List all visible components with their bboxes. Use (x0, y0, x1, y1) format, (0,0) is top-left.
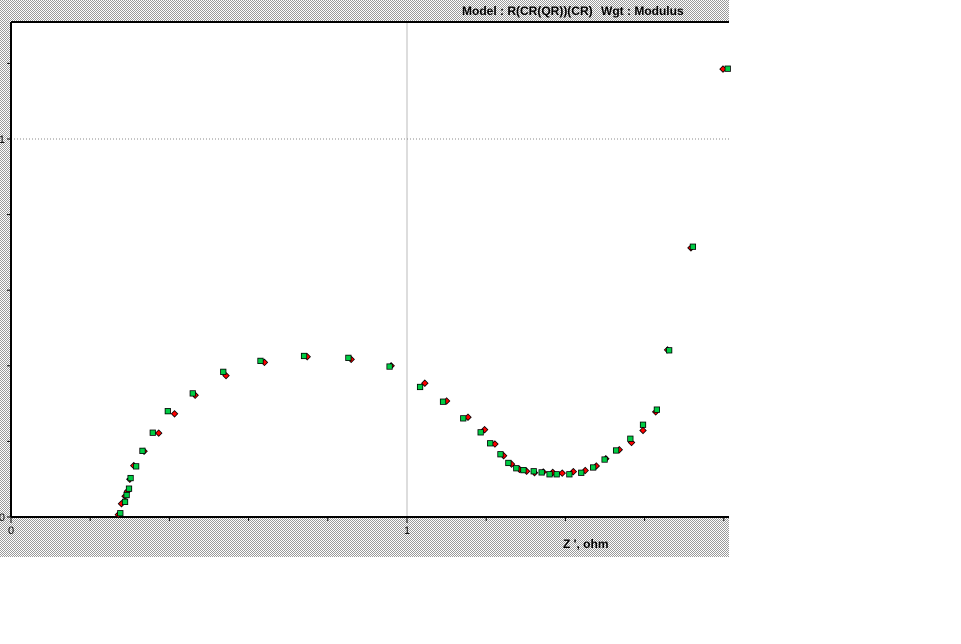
data-point-square (460, 415, 467, 422)
data-point-square (345, 354, 352, 361)
data-point-square (566, 471, 573, 478)
data-point-square (553, 471, 560, 478)
data-point-square (220, 368, 227, 375)
x-tick-label-1: 1 (404, 525, 410, 537)
data-point-square (497, 451, 504, 458)
data-point-square (653, 406, 660, 413)
data-point-square (117, 510, 124, 517)
data-point-square (164, 408, 171, 415)
data-point-square (724, 65, 731, 72)
data-point-square (612, 447, 620, 454)
plot-area[interactable] (11, 22, 729, 516)
data-point-square (133, 463, 140, 470)
weight-label: Wgt : Modulus (601, 4, 684, 18)
data-point-square (477, 429, 484, 436)
data-point-square (530, 468, 537, 475)
x-axis-label: Z ', ohm (563, 537, 609, 551)
impedance-plot-window: 0 1 0 1 Model : R(CR(QR))(CR) Wgt : Modulus… (0, 0, 961, 639)
data-point-square (538, 469, 545, 476)
data-point-square (639, 421, 647, 428)
y-tick-label-1: 1 (0, 134, 5, 146)
data-point-square (689, 243, 697, 250)
data-point-square (513, 465, 520, 472)
data-point-square (590, 464, 597, 471)
data-point-square (505, 459, 512, 467)
data-point-square (123, 491, 130, 499)
x-tick-label-0: 0 (8, 525, 14, 537)
data-point-square (546, 471, 553, 478)
data-point-square (127, 474, 134, 482)
nyquist-chart: 0 1 0 1 Model : R(CR(QR))(CR) Wgt : Modulus… (0, 0, 731, 557)
model-label: Model : R(CR(QR))(CR) (462, 4, 593, 18)
data-point-square (487, 440, 494, 447)
data-point-square (520, 467, 527, 474)
data-point-square (125, 485, 133, 492)
data-point-square (121, 498, 129, 505)
data-point-square (189, 390, 196, 397)
data-point-square (149, 429, 156, 436)
data-point-square (139, 447, 146, 454)
data-point-square (416, 383, 424, 391)
data-point-square (627, 435, 634, 442)
data-point-square (666, 347, 673, 354)
data-point-square (578, 469, 585, 476)
data-point-square (257, 357, 264, 364)
data-point-square (439, 398, 447, 405)
y-tick-label-0: 0 (0, 512, 5, 524)
data-point-square (386, 363, 393, 370)
data-point-square (601, 456, 608, 463)
data-point-square (300, 352, 308, 360)
